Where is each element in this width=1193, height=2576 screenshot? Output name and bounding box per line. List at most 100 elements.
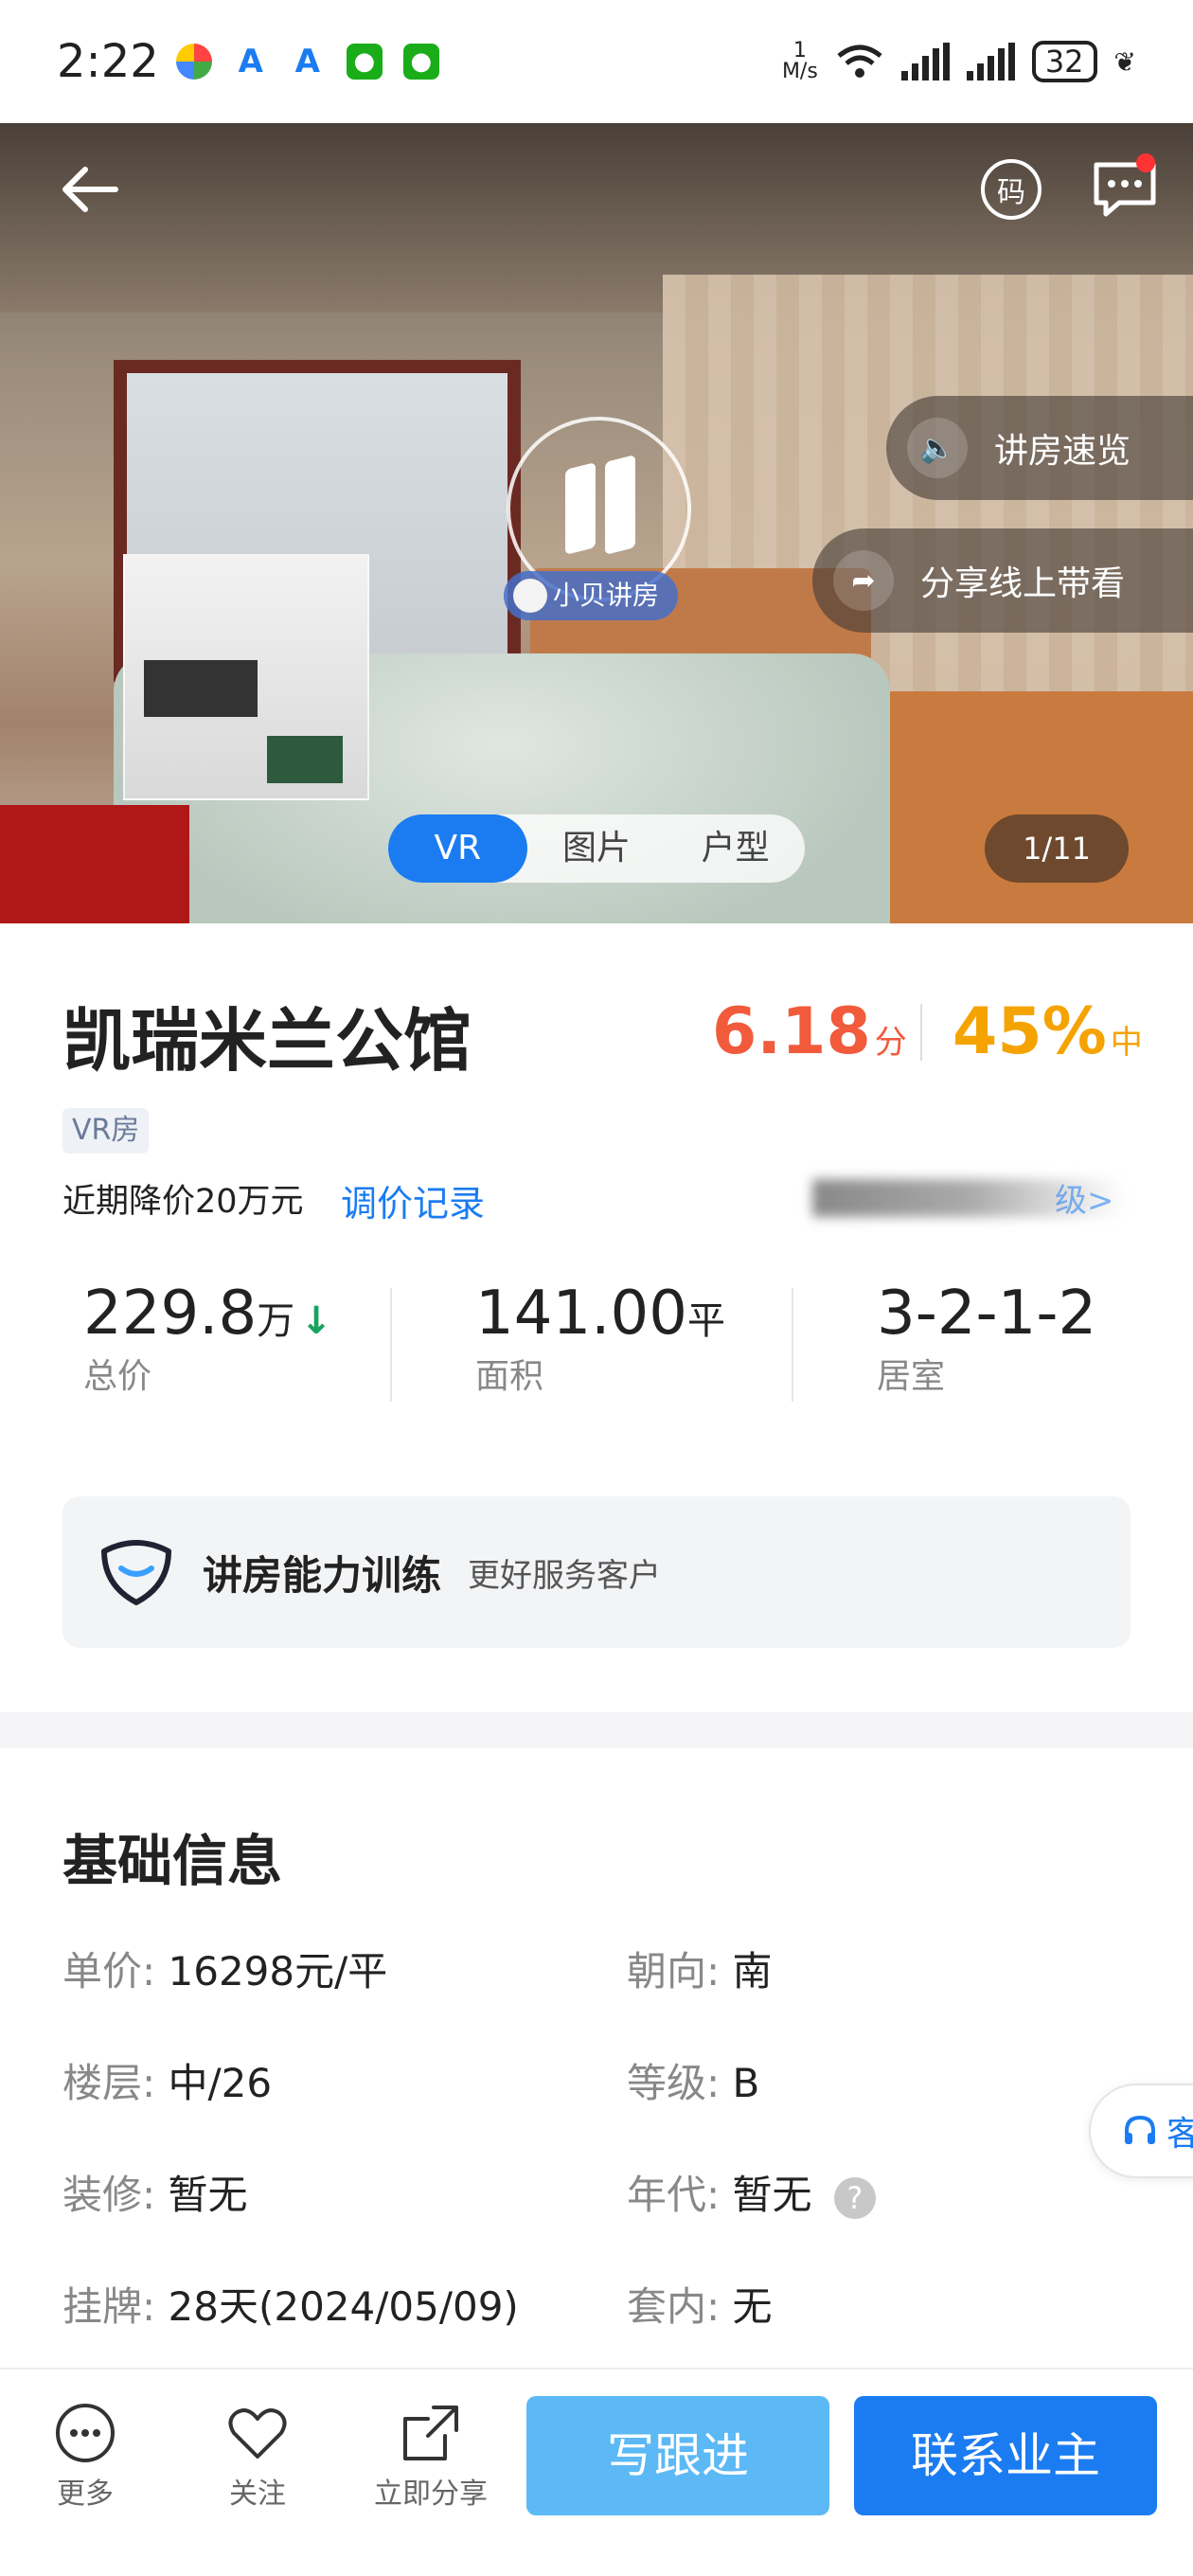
training-banner[interactable]: 讲房能力训练 更好服务客户 [62,1496,1131,1648]
share-online-tour-button[interactable]: ➦ 分享线上带看 [812,528,1193,633]
follow-label: 关注 [229,2478,286,2511]
info-unit-price: 单价: 16298元/平 [62,1940,387,1997]
layout-value: 3-2-1-2 [877,1279,1097,1349]
back-arrow-icon[interactable] [57,156,123,223]
thumbnail-sofa [267,736,343,783]
write-followup-button[interactable]: 写跟进 [526,2396,829,2515]
info-value: 无 [732,2283,773,2330]
photo-floor [0,805,189,923]
vr-logo-right [605,455,635,555]
training-subtitle: 更好服务客户 [468,1556,662,1595]
contact-owner-button[interactable]: 联系业主 [854,2396,1157,2515]
stat-area: 141.00平 面积 [475,1279,725,1398]
score-divider [920,1004,922,1061]
tab-floorplan[interactable]: 户型 [666,814,805,883]
vr-guide-label: 小贝讲房 [553,580,660,611]
tab-vr[interactable]: VR [388,814,527,883]
total-price-label: 总价 [83,1357,152,1396]
share-label: 立即分享 [374,2478,488,2511]
network-speed: 1 M/s [781,39,818,83]
follow-button[interactable]: 关注 [210,2402,305,2512]
info-key: 套内: [627,2283,721,2330]
info-value: 16298元/平 [168,1948,388,1995]
info-floor: 楼层: 中/26 [62,2051,272,2109]
shield-chat-icon [101,1540,171,1605]
leaf-icon: ❦ [1113,45,1136,78]
info-key: 单价: [62,1948,156,1995]
app-icon-a: A [232,43,269,80]
guide-avatar-icon [513,579,547,613]
info-key: 挂牌: [62,2283,156,2330]
basic-info-title: 基础信息 [62,1829,283,1893]
headset-icon [1125,2115,1155,2144]
app-icon-colorful [175,44,212,80]
area-value: 141.00 [475,1279,687,1349]
info-orientation: 朝向: 南 [627,1940,773,1997]
listing-percent: 45% 中 [953,994,1143,1069]
stats-divider-2 [792,1288,793,1402]
percent-unit: 中 [1110,1024,1143,1062]
quick-tour-label: 讲房速览 [994,432,1131,471]
wifi-icon [837,45,882,78]
key-stats: 229.8万 ↓ 总价 141.00平 面积 3-2-1-2 居室 [0,1279,1193,1421]
training-title: 讲房能力训练 [203,1551,442,1599]
app-icon-a-2: A [289,43,326,80]
info-key: 楼层: [62,2060,156,2106]
room-thumbnail[interactable] [123,554,369,800]
more-button[interactable]: 更多 [47,2402,123,2512]
info-key: 等级: [627,2060,721,2106]
info-value: 中/26 [168,2060,273,2106]
info-key: 朝向: [627,1948,721,1995]
vr-logo-left [565,462,596,555]
area-label: 面积 [475,1357,544,1396]
area-unit: 平 [686,1299,725,1343]
layout-label: 居室 [877,1357,946,1396]
stat-layout: 3-2-1-2 居室 [877,1279,1096,1398]
qr-code-button[interactable]: 码 [981,159,1042,220]
stat-total-price: 229.8万 ↓ 总价 [83,1279,332,1398]
vr-guide-badge[interactable]: 小贝讲房 [504,571,679,620]
wechat-work-icon: ● [402,44,439,80]
service-label: 客 [1166,2115,1193,2154]
section-gap [0,1712,1193,1748]
status-right: 1 M/s 32 ❦ [782,41,1136,82]
blurred-link[interactable]: 级> [1055,1174,1114,1221]
share-icon [403,2406,458,2460]
listing-title: 凯瑞米兰公馆 [62,1001,472,1081]
info-listed: 挂牌: 28天(2024/05/09) [62,2275,519,2333]
total-price-value: 229.8 [83,1279,258,1349]
price-drop-text: 近期降价20万元 [62,1183,304,1221]
percent-value: 45% [953,994,1107,1069]
share-button[interactable]: 立即分享 [360,2402,502,2512]
share-arrow-icon: ➦ [833,550,894,611]
status-bar: 2:22 A A ● ● 1 M/s 32 ❦ [0,0,1193,123]
info-decoration: 装修: 暂无 [62,2163,248,2221]
thumbnail-tv [144,660,258,717]
info-grade: 等级: B [627,2051,759,2109]
price-history-link[interactable]: 调价记录 [341,1174,485,1226]
info-value: 28天(2024/05/09) [168,2283,519,2330]
heart-icon [228,2408,287,2459]
score-unit: 分 [874,1024,907,1062]
info-year: 年代: 暂无 ? [627,2163,876,2221]
notification-dot [1136,153,1155,172]
info-key: 装修: [62,2172,156,2218]
listing-score: 6.18 分 [712,994,907,1069]
stats-divider [390,1288,392,1402]
photo-nightstand [852,691,1193,923]
info-value: 暂无 [168,2172,248,2218]
customer-service-tab[interactable]: 客 [1089,2084,1193,2178]
speaker-icon: 🔈 [907,418,968,478]
tab-photos[interactable]: 图片 [527,814,667,883]
quick-tour-button[interactable]: 🔈 讲房速览 [886,396,1193,500]
info-value: 南 [732,1948,773,1995]
share-online-tour-label: 分享线上带看 [920,564,1126,603]
wechat-icon: ● [346,44,383,80]
battery-indicator: 32 [1031,41,1097,82]
media-tabs: VR 图片 户型 [388,814,805,883]
help-icon[interactable]: ? [833,2176,876,2219]
signal-icon-2 [966,43,1015,80]
status-time: 2:22 [57,35,159,88]
photo-counter: 1/11 [985,814,1129,883]
info-value: B [732,2060,760,2106]
